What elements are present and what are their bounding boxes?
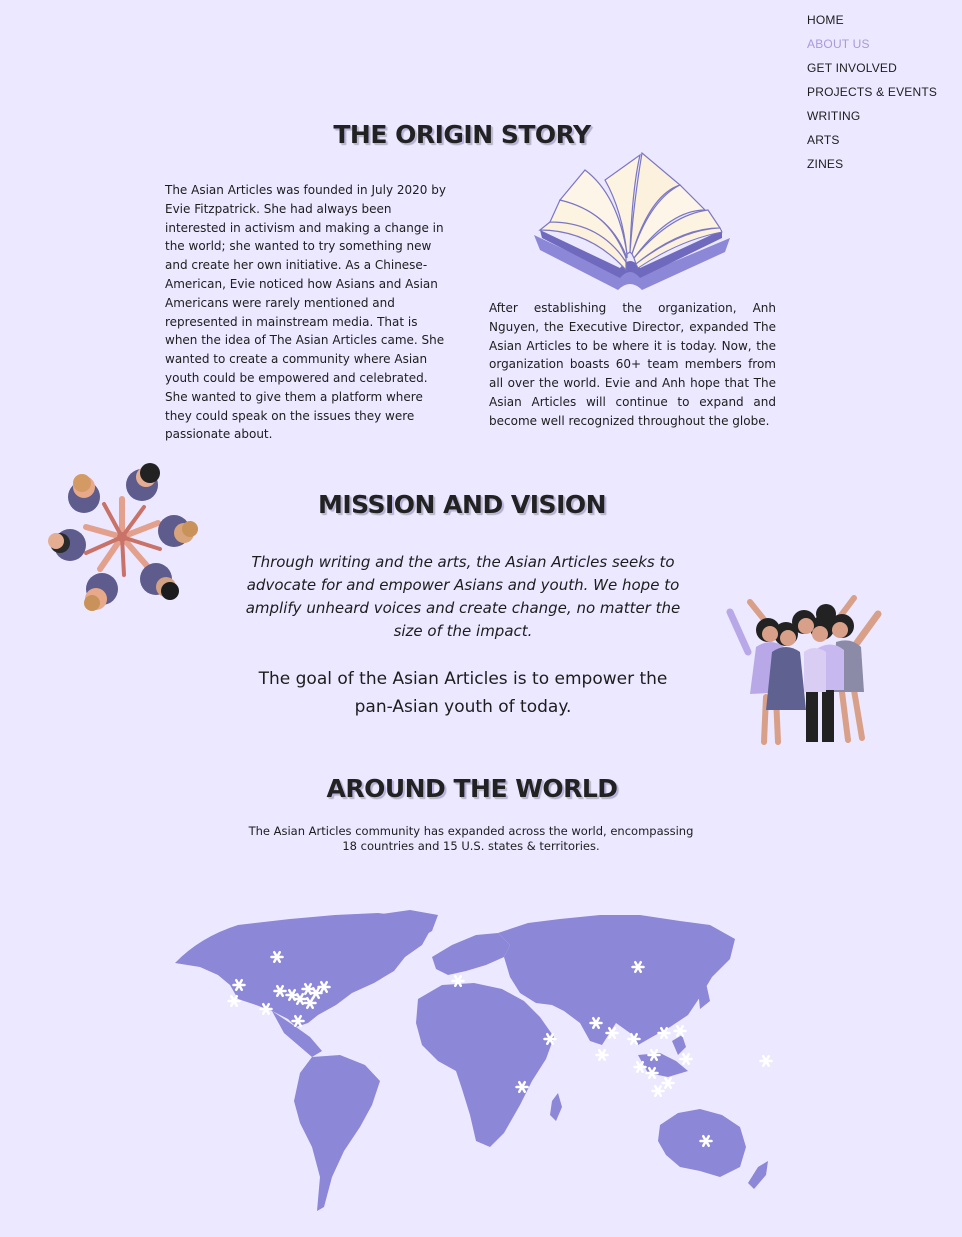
mission-title: MISSION AND VISION [317,490,607,519]
star-marker-icon [673,1024,687,1038]
mission-statement: Through writing and the arts, the Asian … [245,553,681,640]
nav-zines[interactable]: ZINES [807,156,957,180]
star-marker-icon [679,1052,693,1066]
hands-circle-icon [48,463,198,611]
world-description: The Asian Articles community has expande… [248,824,694,853]
group-celebrating-icon [726,595,882,745]
nav-projects-events[interactable]: PROJECTS & EVENTS [807,84,957,108]
nav-home[interactable]: HOME [807,12,957,36]
star-marker-icon [595,1048,609,1062]
origin-title: THE ORIGIN STORY [333,120,591,149]
star-marker-icon [759,1054,773,1068]
world-title: AROUND THE WORLD [326,774,618,803]
nav-about-us[interactable]: ABOUT US [807,36,957,60]
world-map [175,910,773,1211]
main-nav: HOME ABOUT US GET INVOLVED PROJECTS & EV… [807,12,957,180]
open-book-icon [534,151,730,290]
origin-paragraph-1: The Asian Articles was founded in July 2… [165,183,446,442]
origin-paragraph-2: After establishing the organization, Anh… [489,301,776,428]
goal-statement: The goal of the Asian Articles is to emp… [258,669,668,717]
nav-writing[interactable]: WRITING [807,108,957,132]
star-marker-icon [661,1076,675,1090]
nav-arts[interactable]: ARTS [807,132,957,156]
nav-get-involved[interactable]: GET INVOLVED [807,60,957,84]
star-marker-icon [651,1084,665,1098]
